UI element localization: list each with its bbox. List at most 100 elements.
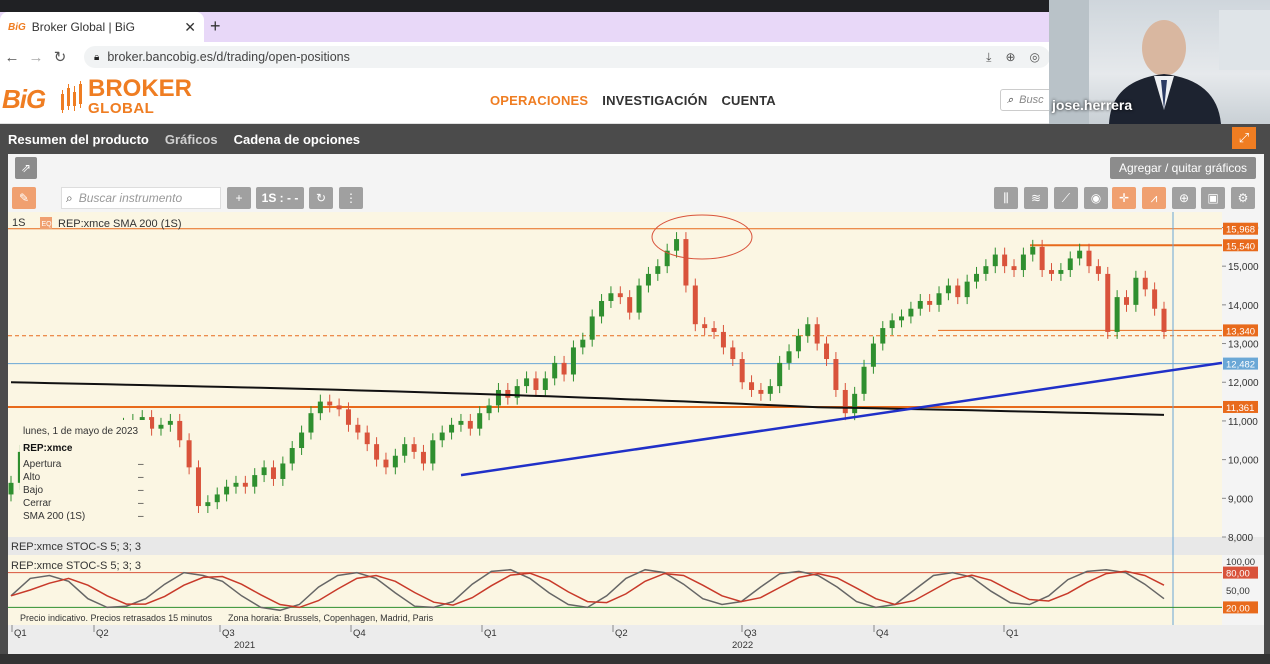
add-remove-charts-button[interactable]: Agregar / quitar gráficos [1110, 157, 1256, 179]
stoch-legend-header: REP:xmce STOC-S 5; 3; 3 [11, 541, 141, 553]
nav-investigacion[interactable]: INVESTIGACIÓN [602, 93, 707, 108]
eq-badge-text: EQ [42, 221, 53, 228]
x-tick-label: Q1 [484, 628, 497, 639]
candle-body [1142, 277, 1148, 290]
zoom-icon[interactable]: ⊕ [1005, 50, 1015, 65]
tooltip-row-value: – [138, 498, 144, 509]
candle-body [683, 239, 689, 286]
candle-body [355, 424, 361, 433]
x-tick-label: Q3 [222, 628, 235, 639]
forward-icon[interactable]: → [24, 49, 48, 66]
compare-icon[interactable]: ⩘ [1142, 187, 1166, 209]
candle-body [955, 285, 961, 298]
tab-title: Broker Global | BiG [31, 20, 135, 34]
refresh-icon[interactable]: ↻ [309, 187, 333, 209]
candle-body [927, 300, 933, 305]
nav-cuenta[interactable]: CUENTA [721, 93, 775, 108]
candle-body [711, 328, 717, 332]
candle-body [327, 401, 333, 406]
candle-body [1077, 250, 1083, 259]
tooltip-date: lunes, 1 de mayo de 2023 [23, 426, 139, 437]
candle-body [195, 467, 201, 507]
candle-body [570, 347, 576, 375]
tooltip-row-value: – [138, 472, 144, 483]
tab-resumen[interactable]: Resumen del producto [8, 132, 149, 147]
price-label-text: 12,482 [1226, 360, 1255, 371]
settings-gear-icon[interactable]: ⚙ [1231, 187, 1255, 209]
candle-body [655, 266, 661, 274]
new-tab-icon[interactable]: + [210, 16, 221, 37]
tooltip-symbol: REP:xmce [23, 443, 73, 454]
candle-body [430, 440, 436, 464]
period-selector[interactable]: 1S : - - [256, 187, 304, 209]
candle-body [758, 389, 764, 394]
candle-body [589, 316, 595, 340]
candle-body [636, 285, 642, 313]
price-chart[interactable]: 16,00015,00014,00013,00012,00011,00010,0… [8, 212, 1264, 664]
camera-icon[interactable]: ▣ [1201, 187, 1225, 209]
more-icon[interactable]: ⋮ [339, 187, 363, 209]
main-nav: OPERACIONES INVESTIGACIÓN CUENTA [490, 93, 776, 108]
broker-logo-text: BROKER [88, 75, 193, 102]
candle-body [805, 324, 811, 336]
draw-tool-icon[interactable]: ✎ [12, 187, 36, 209]
candle-body [833, 359, 839, 390]
candle-body [1058, 270, 1064, 274]
candle-body [233, 482, 239, 487]
candle-body [692, 285, 698, 325]
eye-icon[interactable]: ◉ [1084, 187, 1108, 209]
instrument-search-input[interactable]: ⌕ Buscar instrumento [61, 187, 221, 209]
back-icon[interactable]: ← [0, 49, 24, 66]
candle-body [786, 351, 792, 363]
candle-body [842, 389, 848, 414]
candle-body [992, 254, 998, 267]
candle-body [627, 297, 633, 313]
zoom-in-icon[interactable]: ⊕ [1172, 187, 1196, 209]
candle-body [439, 432, 445, 441]
tooltip-row-label: Bajo [23, 485, 43, 496]
nav-operaciones[interactable]: OPERACIONES [490, 93, 588, 108]
candle-body [449, 424, 455, 433]
candle-body [730, 347, 736, 360]
tab-cadena-opciones[interactable]: Cadena de opciones [234, 132, 360, 147]
x-year-label: 2022 [732, 640, 753, 651]
candle-body [899, 316, 905, 321]
browser-tab[interactable]: BiG Broker Global | BiG ✕ [0, 12, 204, 42]
candle-body [158, 424, 164, 429]
candle-body [261, 467, 267, 476]
close-tab-icon[interactable]: ✕ [184, 19, 196, 36]
candle-body [861, 366, 867, 394]
candle-body [749, 382, 755, 390]
crosshair-icon[interactable]: ✛ [1112, 187, 1136, 209]
candle-body [1105, 273, 1111, 332]
install-icon[interactable]: ⤓ [986, 50, 991, 65]
tooltip-row-label: Apertura [23, 459, 62, 470]
indicators-icon[interactable]: ≋ [1024, 187, 1048, 209]
candle-body [580, 339, 586, 348]
x-tick-label: Q4 [353, 628, 366, 639]
fullscreen-icon[interactable]: ⤢ [1232, 127, 1256, 149]
x-year-label: 2021 [234, 640, 255, 651]
hide-icon[interactable]: ◎ [1030, 50, 1040, 65]
candle-body [336, 405, 342, 410]
tab-graficos[interactable]: Gráficos [165, 132, 218, 147]
popout-icon[interactable]: ⇗ [15, 157, 37, 179]
candle-body [411, 444, 417, 452]
candle-body [242, 482, 248, 487]
address-bar[interactable]: 🔒︎ broker.bancobig.es/d/trading/open-pos… [84, 46, 1050, 68]
candle-body [167, 420, 173, 425]
add-instrument-icon[interactable]: + [227, 187, 251, 209]
candle-body [177, 420, 183, 441]
y-tick-label: 8,000 [1228, 533, 1253, 544]
global-logo-text: GLOBAL [88, 100, 155, 117]
trendline-icon[interactable]: ⟋ [1054, 187, 1078, 209]
candle-body [974, 273, 980, 282]
candle-body [1020, 254, 1026, 271]
chart-type-icon[interactable]: ⫼ [994, 187, 1018, 209]
big-logo[interactable]: BiG [2, 84, 46, 115]
candle-body [374, 444, 380, 460]
x-tick-label: Q3 [744, 628, 757, 639]
candle-body [505, 389, 511, 398]
reload-icon[interactable]: ↻ [48, 48, 72, 66]
tooltip-row-label: Cerrar [23, 498, 52, 509]
